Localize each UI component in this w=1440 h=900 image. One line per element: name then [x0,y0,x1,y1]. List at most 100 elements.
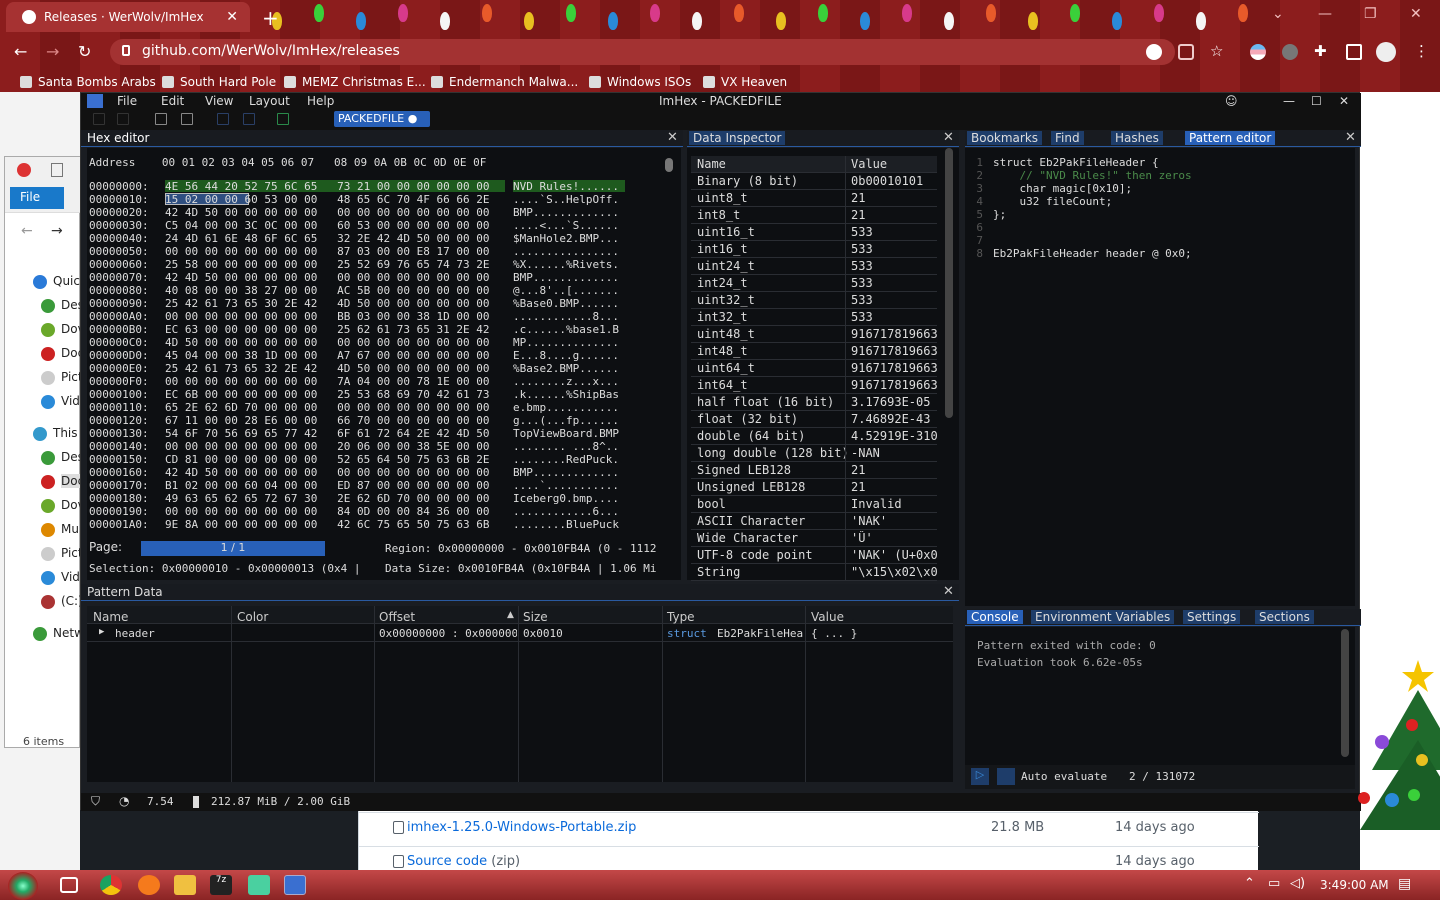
inspector-row[interactable]: uint32_t 533 [691,292,937,309]
inspector-row[interactable]: int24_t 533 [691,275,937,292]
chrome-icon[interactable] [100,875,122,895]
tab-find[interactable]: Find [1051,131,1084,145]
provider-tab[interactable]: PACKEDFILE ● [334,111,430,127]
menu-icon[interactable]: ⋮ [1414,42,1429,60]
inspector-row[interactable]: bool Invalid [691,496,937,513]
asset-link[interactable]: imhex-1.25.0-Windows-Portable.zip [407,820,636,835]
close-icon[interactable]: ✕ [943,584,954,599]
bookmark-icon[interactable] [277,113,289,125]
hex-bytes[interactable]: 45 04 00 00 38 1D 00 00 A7 67 00 00 00 0… [165,349,490,362]
hex-bytes[interactable]: 42 4D 50 00 00 00 00 00 00 00 00 00 00 0… [165,206,490,219]
nav-item[interactable]: Vid [41,394,80,409]
tray-chevron-icon[interactable]: ⌃ [1244,876,1255,891]
ascii-column[interactable]: .c......%base1.B [513,323,619,336]
volume-icon[interactable]: ◁) [1290,876,1305,891]
ascii-column[interactable]: ........ ...8^.. [513,440,619,453]
tab-bookmarks[interactable]: Bookmarks [967,131,1043,145]
column-value[interactable]: Value [811,610,844,624]
clock[interactable]: 3:49:00 AM [1320,878,1389,892]
hex-bytes[interactable]: 15 02 00 00 60 53 00 00 48 65 6C 70 4F 6… [165,193,490,206]
nav-item[interactable]: Mu [41,522,79,537]
pattern-data-tab[interactable]: Pattern Data [83,585,167,599]
hex-bytes[interactable]: 9E 8A 00 00 00 00 00 00 42 6C 75 65 50 7… [165,518,490,531]
bookmark-item[interactable]: South Hard Pole [162,75,276,89]
reload-button[interactable]: ↻ [78,42,91,61]
ascii-column[interactable]: ................ [513,245,619,258]
inspector-row[interactable]: int16_t 533 [691,241,937,258]
hex-editor-panel[interactable]: Address 00 01 02 03 04 05 06 07 08 09 0A… [87,148,681,580]
smiley-icon[interactable]: ☺ [1225,94,1238,108]
code-text[interactable]: u32 fileCount; [993,195,1112,208]
file-explorer-icon[interactable] [174,875,196,895]
tab-console[interactable]: Console [967,610,1023,624]
hex-bytes[interactable]: 00 00 00 00 00 00 00 00 7A 04 00 00 78 1… [165,375,490,388]
column-size[interactable]: Size [523,610,548,624]
inspector-row[interactable]: double (64 bit) 4.52919E-310 [691,428,937,445]
ascii-column[interactable]: %Base0.BMP...... [513,297,619,310]
auto-evaluate-checkbox[interactable] [997,768,1015,785]
tab-pattern-editor[interactable]: Pattern editor [1185,131,1276,145]
google-icon[interactable] [1146,44,1162,60]
ascii-column[interactable]: ............6... [513,505,619,518]
bookmark-item[interactable]: Santa Bombs Arabs [20,75,156,89]
close-icon[interactable]: ✕ [1345,130,1356,145]
inspector-row[interactable]: int8_t 21 [691,207,937,224]
puzzle-icon[interactable]: ✚ [1314,42,1327,60]
ascii-column[interactable]: ............8... [513,310,619,323]
ascii-column[interactable]: %X......%Rivets. [513,258,619,271]
close-icon[interactable]: ✕ [667,130,678,145]
restore-button[interactable]: ❐ [1364,6,1377,22]
column-offset[interactable]: Offset [379,610,415,624]
inspector-row[interactable]: int64_t 916717819663 [691,377,937,394]
redo-icon[interactable] [117,113,129,125]
7zip-icon[interactable]: 7z [210,875,232,895]
minimize-button[interactable]: — [1318,6,1332,22]
profile-avatar[interactable] [1376,42,1396,62]
hex-bytes[interactable]: 54 6F 70 56 69 65 77 42 6F 61 72 64 2E 4… [165,427,490,440]
hex-bytes[interactable]: 40 08 00 00 38 27 00 00 AC 5B 00 00 00 0… [165,284,490,297]
inspector-row[interactable]: uint16_t 533 [691,224,937,241]
menu-file[interactable]: File [117,94,137,108]
nav-item[interactable]: Vid [41,570,80,585]
data-inspector-tab[interactable]: Data Inspector [689,131,786,145]
scrollbar[interactable] [945,148,953,418]
ascii-column[interactable]: NVD Rules!...... [513,180,619,193]
menu-view[interactable]: View [205,94,233,108]
page-slider[interactable]: 1 / 1 [141,541,325,556]
inspector-row[interactable]: Binary (8 bit) 0b00010101 [691,173,937,190]
ascii-column[interactable]: BMP............. [513,466,619,479]
inspector-row[interactable]: int48_t 916717819663 [691,343,937,360]
hex-bytes[interactable]: 00 00 00 00 00 00 00 00 84 0D 00 00 84 3… [165,505,490,518]
menu-help[interactable]: Help [307,94,334,108]
ascii-column[interactable]: BMP............. [513,206,619,219]
star-icon[interactable]: ☆ [1210,42,1223,60]
close-button[interactable]: ✕ [1339,94,1349,108]
bookmark-item[interactable]: MEMZ Christmas E... [284,75,426,89]
maximize-button[interactable]: ☐ [1311,94,1322,108]
inspector-row[interactable]: UTF-8 code point 'NAK' (U+0x0 [691,547,937,564]
tab-settings[interactable]: Settings [1183,610,1241,624]
ascii-column[interactable]: MP.............. [513,336,619,349]
bookmark-item[interactable]: VX Heaven [703,75,787,89]
back-button[interactable]: ← [14,42,27,61]
undo-icon[interactable] [93,113,105,125]
scrollbar[interactable] [1341,629,1349,757]
hex-bytes[interactable]: 65 2E 62 6D 70 00 00 00 00 00 00 00 00 0… [165,401,490,414]
hex-bytes[interactable]: 42 4D 50 00 00 00 00 00 00 00 00 00 00 0… [165,466,490,479]
inspector-row[interactable]: uint24_t 533 [691,258,937,275]
scrollbar[interactable] [665,158,673,172]
code-text[interactable]: Eb2PakFileHeader header @ 0x0; [993,247,1192,260]
code-text[interactable]: }; [993,208,1006,221]
ascii-column[interactable]: TopViewBoard.BMP [513,427,619,440]
hex-bytes[interactable]: CD 81 00 00 00 00 00 00 52 65 64 50 75 6… [165,453,490,466]
hex-bytes[interactable]: 4D 50 00 00 00 00 00 00 00 00 00 00 00 0… [165,336,490,349]
hex-bytes[interactable]: 00 00 00 00 00 00 00 00 20 06 00 00 38 5… [165,440,490,453]
pattern-editor[interactable]: 1 struct Eb2PakFileHeader {2 // "NVD Rule… [965,148,1355,606]
ascii-column[interactable]: @...8'..[....... [513,284,619,297]
hex-bytes[interactable]: 24 4D 61 6E 48 6F 6C 65 32 2E 42 4D 50 0… [165,232,490,245]
inspector-row[interactable]: ASCII Character 'NAK' [691,513,937,530]
hex-bytes[interactable]: EC 63 00 00 00 00 00 00 25 62 61 73 65 3… [165,323,490,336]
save-as-icon[interactable] [243,113,255,125]
inspector-row[interactable]: uint64_t 916717819663 [691,360,937,377]
properties-icon[interactable] [51,163,63,177]
